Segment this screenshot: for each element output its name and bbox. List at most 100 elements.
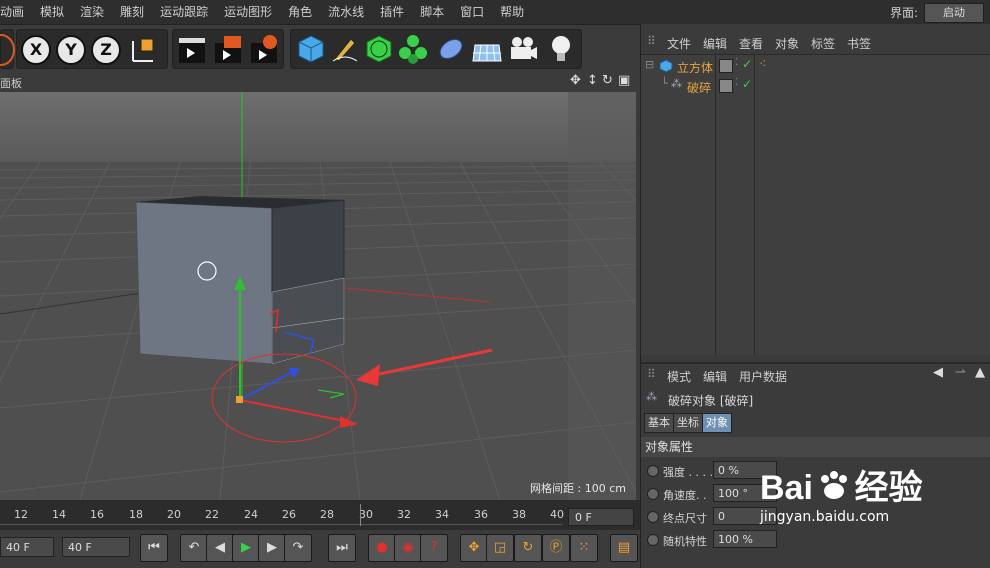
y-axis-lock-button[interactable]: Y (54, 33, 86, 65)
camera-button[interactable] (507, 33, 539, 65)
subdivision-surface-button[interactable] (363, 33, 395, 65)
go-to-end-button[interactable]: ⏭ (328, 534, 356, 562)
viewport-rotate-icon[interactable]: ↻ (602, 73, 613, 88)
om-menu-view[interactable]: 查看 (739, 35, 763, 52)
animate-radio[interactable] (647, 465, 659, 477)
3d-viewport[interactable]: 网格间距 : 100 cm (0, 92, 636, 500)
editor-visibility-icon[interactable] (719, 79, 733, 93)
key-parameter-button[interactable]: Ⓟ (542, 534, 570, 562)
menu-item-sculpt[interactable]: 雕刻 (112, 0, 152, 24)
back-arrow-icon[interactable]: ◀ (933, 365, 943, 380)
menu-item-simulate[interactable]: 模拟 (32, 0, 72, 24)
gizmo-center-handle[interactable] (236, 396, 243, 403)
coordinate-system-button[interactable] (127, 33, 159, 65)
menu-item-animation[interactable]: 动画 (0, 0, 32, 24)
autokeying-button[interactable]: ◉ (394, 534, 422, 562)
up-arrow-icon[interactable]: ▲ (975, 365, 985, 380)
animate-radio[interactable] (647, 534, 659, 546)
attr-menu-edit[interactable]: 编辑 (703, 368, 727, 385)
previous-keyframe-button[interactable]: ↶ (180, 534, 208, 562)
preview-end-field[interactable]: 40 F (62, 537, 130, 557)
menu-item-plugins[interactable]: 插件 (372, 0, 412, 24)
floor-environment-button[interactable] (471, 33, 503, 65)
material-tag-icon[interactable]: ⁖ (759, 57, 767, 72)
subdivision-cube-icon (366, 35, 392, 63)
timeline-tick: 26 (282, 508, 296, 521)
camera-icon (511, 37, 537, 59)
menu-item-pipeline[interactable]: 流水线 (320, 0, 372, 24)
preview-start-field[interactable]: 40 F (0, 537, 54, 557)
animate-radio[interactable] (647, 488, 659, 500)
toolbar-group-objects (290, 29, 582, 69)
tab-basic[interactable]: 基本 (644, 413, 674, 433)
key-position-button[interactable]: ✥ (460, 534, 488, 562)
property-label: 角速度. . (663, 489, 707, 502)
menu-item-mograph[interactable]: 运动图形 (216, 0, 280, 24)
play-button[interactable]: ▶ (232, 534, 260, 562)
layout-dropdown[interactable]: 启动 (924, 3, 984, 23)
object-row-cube[interactable]: ⊟ 立方体 ⁚ ✓ ⁖ (641, 57, 990, 75)
object-name-cube[interactable]: 立方体 (677, 59, 713, 76)
menu-item-character[interactable]: 角色 (280, 0, 320, 24)
cube-object-button[interactable] (295, 33, 327, 65)
current-frame-field[interactable]: 0 F (568, 508, 634, 526)
tab-coordinates[interactable]: 坐标 (673, 413, 703, 433)
tab-object[interactable]: 对象 (702, 413, 732, 433)
om-menu-file[interactable]: 文件 (667, 35, 691, 52)
menu-item-window[interactable]: 窗口 (452, 0, 492, 24)
object-name-fracture[interactable]: 破碎 (687, 79, 711, 96)
om-menu-objects[interactable]: 对象 (775, 35, 799, 52)
deformer-button[interactable] (435, 33, 467, 65)
enabled-check-icon[interactable]: ✓ (742, 57, 752, 71)
viewport-zoom-icon[interactable]: ↕ (587, 73, 598, 88)
key-rotation-button[interactable]: ↻ (514, 534, 542, 562)
menu-item-script[interactable]: 脚本 (412, 0, 452, 24)
menu-item-render[interactable]: 渲染 (72, 0, 112, 24)
help-question-icon: ? (430, 540, 438, 555)
z-axis-lock-button[interactable]: Z (89, 33, 121, 65)
render-settings-button[interactable] (248, 33, 280, 65)
keyframe-selection-button[interactable]: ? (420, 534, 448, 562)
timeline-window-button[interactable]: ▤ (610, 534, 638, 562)
enabled-check-icon[interactable]: ✓ (742, 77, 752, 91)
render-view-button[interactable] (176, 33, 208, 65)
om-menu-tags[interactable]: 标签 (811, 35, 835, 52)
timeline[interactable]: 12 14 16 18 20 22 24 26 28 30 32 34 36 3… (0, 500, 640, 530)
key-scale-button[interactable]: ◲ (486, 534, 514, 562)
om-menu-bookmarks[interactable]: 书签 (847, 35, 871, 52)
cloner-button[interactable] (397, 33, 429, 65)
visibility-dots-icon[interactable]: ⁚ (735, 77, 738, 88)
toolbar-group-render (172, 29, 284, 69)
history-arrow-icon[interactable]: ⇀ (955, 365, 966, 380)
timeline-tick: 18 (129, 508, 143, 521)
light-button[interactable] (545, 33, 577, 65)
previous-frame-button[interactable]: ◀ (206, 534, 234, 562)
random-field[interactable]: 100 % (713, 530, 777, 548)
render-picture-viewer-button[interactable] (212, 33, 244, 65)
panel-grip-icon[interactable]: ⠿ (647, 367, 656, 381)
viewport-panel-menu[interactable]: 面板 (0, 75, 22, 91)
om-menu-edit[interactable]: 编辑 (703, 35, 727, 52)
attr-menu-user-data[interactable]: 用户数据 (739, 368, 787, 385)
visibility-dots-icon[interactable]: ⁚ (735, 57, 738, 68)
editor-visibility-icon[interactable] (719, 59, 733, 73)
attr-menu-mode[interactable]: 模式 (667, 368, 691, 385)
viewport-move-icon[interactable]: ✥ (570, 73, 581, 88)
x-axis-lock-button[interactable]: X (19, 33, 51, 65)
menu-item-help[interactable]: 帮助 (492, 0, 532, 24)
go-to-start-button[interactable]: ⏮ (140, 534, 168, 562)
next-keyframe-button[interactable]: ↷ (284, 534, 312, 562)
tree-collapse-icon[interactable]: ⊟ (645, 58, 654, 71)
pen-spline-button[interactable] (329, 33, 361, 65)
viewport-maximize-icon[interactable]: ▣ (618, 73, 630, 88)
menu-item-motion-tracking[interactable]: 运动跟踪 (152, 0, 216, 24)
key-pla-button[interactable]: ⁙ (570, 534, 598, 562)
next-frame-button[interactable]: ▶ (258, 534, 286, 562)
animate-radio[interactable] (647, 511, 659, 523)
timeline-ruler[interactable]: 12 14 16 18 20 22 24 26 28 30 32 34 36 3… (0, 500, 564, 530)
object-row-fracture[interactable]: └ ⁂ 破碎 ⁚ ✓ (641, 77, 990, 95)
live-selection-icon[interactable] (0, 34, 15, 66)
timeline-tick: 40 (550, 508, 564, 521)
panel-grip-icon[interactable]: ⠿ (647, 34, 656, 48)
record-keys-button[interactable]: ● (368, 534, 396, 562)
